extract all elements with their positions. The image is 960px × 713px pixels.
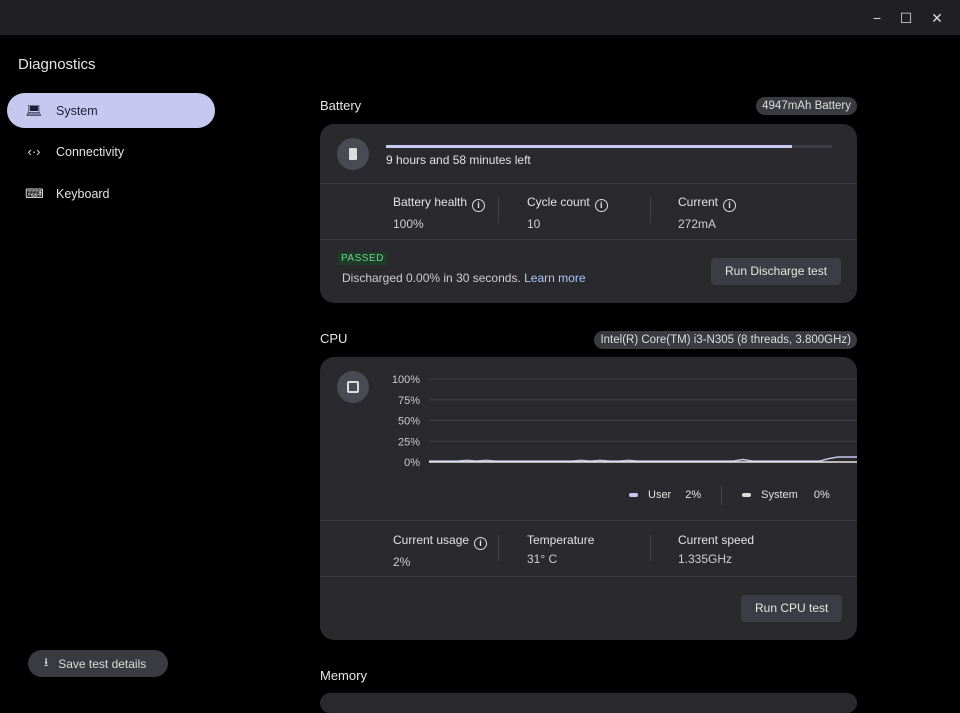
legend-user-label: User bbox=[648, 489, 672, 501]
run-cpu-test-button[interactable]: Run CPU test bbox=[741, 595, 843, 622]
legend-system-value: 0% bbox=[813, 489, 830, 501]
sidebar-item-connectivity[interactable]: ‹·› Connectivity bbox=[7, 134, 215, 169]
time-left: 9 hours and 58 minutes left bbox=[386, 153, 531, 167]
save-label: Save test details bbox=[58, 656, 147, 671]
run-discharge-test-button[interactable]: Run Discharge test bbox=[711, 258, 842, 285]
connectivity-icon: ‹·› bbox=[27, 144, 41, 159]
memory-title: Memory bbox=[320, 668, 367, 683]
discharge-result: Discharged 0.00% in 30 seconds. bbox=[342, 271, 521, 285]
app-title: Diagnostics bbox=[18, 56, 96, 73]
title-bar: − ☐ ✕ bbox=[0, 0, 960, 35]
cpu-model-chip: Intel(R) Core(TM) i3-N305 (8 threads, 3.… bbox=[594, 331, 857, 349]
y-tick-label: 0% bbox=[404, 457, 420, 469]
info-icon[interactable]: i bbox=[594, 199, 608, 212]
series-line-user bbox=[429, 456, 857, 462]
learn-more-link[interactable]: Learn more bbox=[524, 271, 585, 285]
battery-progress bbox=[386, 145, 832, 148]
stat-temperature: Temperature 31° C bbox=[527, 533, 595, 566]
legend-swatch-system bbox=[742, 493, 752, 497]
info-icon[interactable]: i bbox=[723, 199, 737, 212]
stat-battery-health: Battery health i 100% bbox=[393, 195, 486, 231]
battery-card: 9 hours and 58 minutes left Battery heal… bbox=[320, 124, 857, 303]
legend-user-value: 2% bbox=[685, 489, 702, 501]
y-tick-label: 50% bbox=[398, 416, 420, 428]
y-tick-label: 25% bbox=[398, 436, 420, 448]
download-icon: ⭳ bbox=[44, 655, 49, 669]
laptop-icon: 💻︎ bbox=[25, 102, 43, 118]
stat-current-speed: Current speed 1.335GHz bbox=[678, 533, 755, 566]
sidebar-item-label: Connectivity bbox=[56, 144, 125, 159]
battery-progress-fill bbox=[386, 145, 792, 148]
battery-title: Battery bbox=[320, 98, 362, 113]
sidebar-item-keyboard[interactable]: ⌨ Keyboard bbox=[7, 176, 215, 211]
battery-icon bbox=[337, 138, 369, 170]
legend-system-label: System bbox=[761, 489, 798, 501]
y-tick-label: 75% bbox=[398, 395, 420, 407]
cpu-title: CPU bbox=[320, 331, 348, 346]
cpu-chip-icon bbox=[337, 371, 369, 403]
cpu-card: 100% 75% 50% 25% 0% User 2% System 0% Current … bbox=[320, 357, 857, 640]
cpu-legend: User 2% System 0% bbox=[629, 485, 830, 505]
sidebar-item-system[interactable]: 💻︎ System bbox=[7, 93, 215, 128]
maximize-button[interactable]: ☐ bbox=[897, 9, 915, 27]
stat-current-usage: Current usage i 2% bbox=[393, 533, 488, 569]
info-icon[interactable]: i bbox=[474, 537, 488, 550]
memory-card bbox=[320, 693, 857, 713]
stat-current: Current i 272mA bbox=[678, 195, 737, 231]
sidebar-item-label: System bbox=[56, 103, 98, 118]
keyboard-icon: ⌨ bbox=[25, 185, 44, 201]
passed-badge: PASSED bbox=[338, 252, 387, 265]
legend-swatch-user bbox=[629, 493, 638, 497]
battery-capacity-chip: 4947mAh Battery bbox=[756, 97, 857, 115]
close-button[interactable]: ✕ bbox=[928, 9, 946, 27]
y-tick-label: 100% bbox=[392, 374, 420, 386]
stat-cycle-count: Cycle count i 10 bbox=[527, 195, 608, 231]
save-test-details-button[interactable]: ⭳ Save test details bbox=[28, 650, 168, 677]
minimize-button[interactable]: − bbox=[868, 9, 886, 27]
sidebar-item-label: Keyboard bbox=[56, 186, 110, 201]
cpu-usage-chart: 100% 75% 50% 25% 0% bbox=[392, 374, 857, 469]
info-icon[interactable]: i bbox=[472, 199, 486, 212]
